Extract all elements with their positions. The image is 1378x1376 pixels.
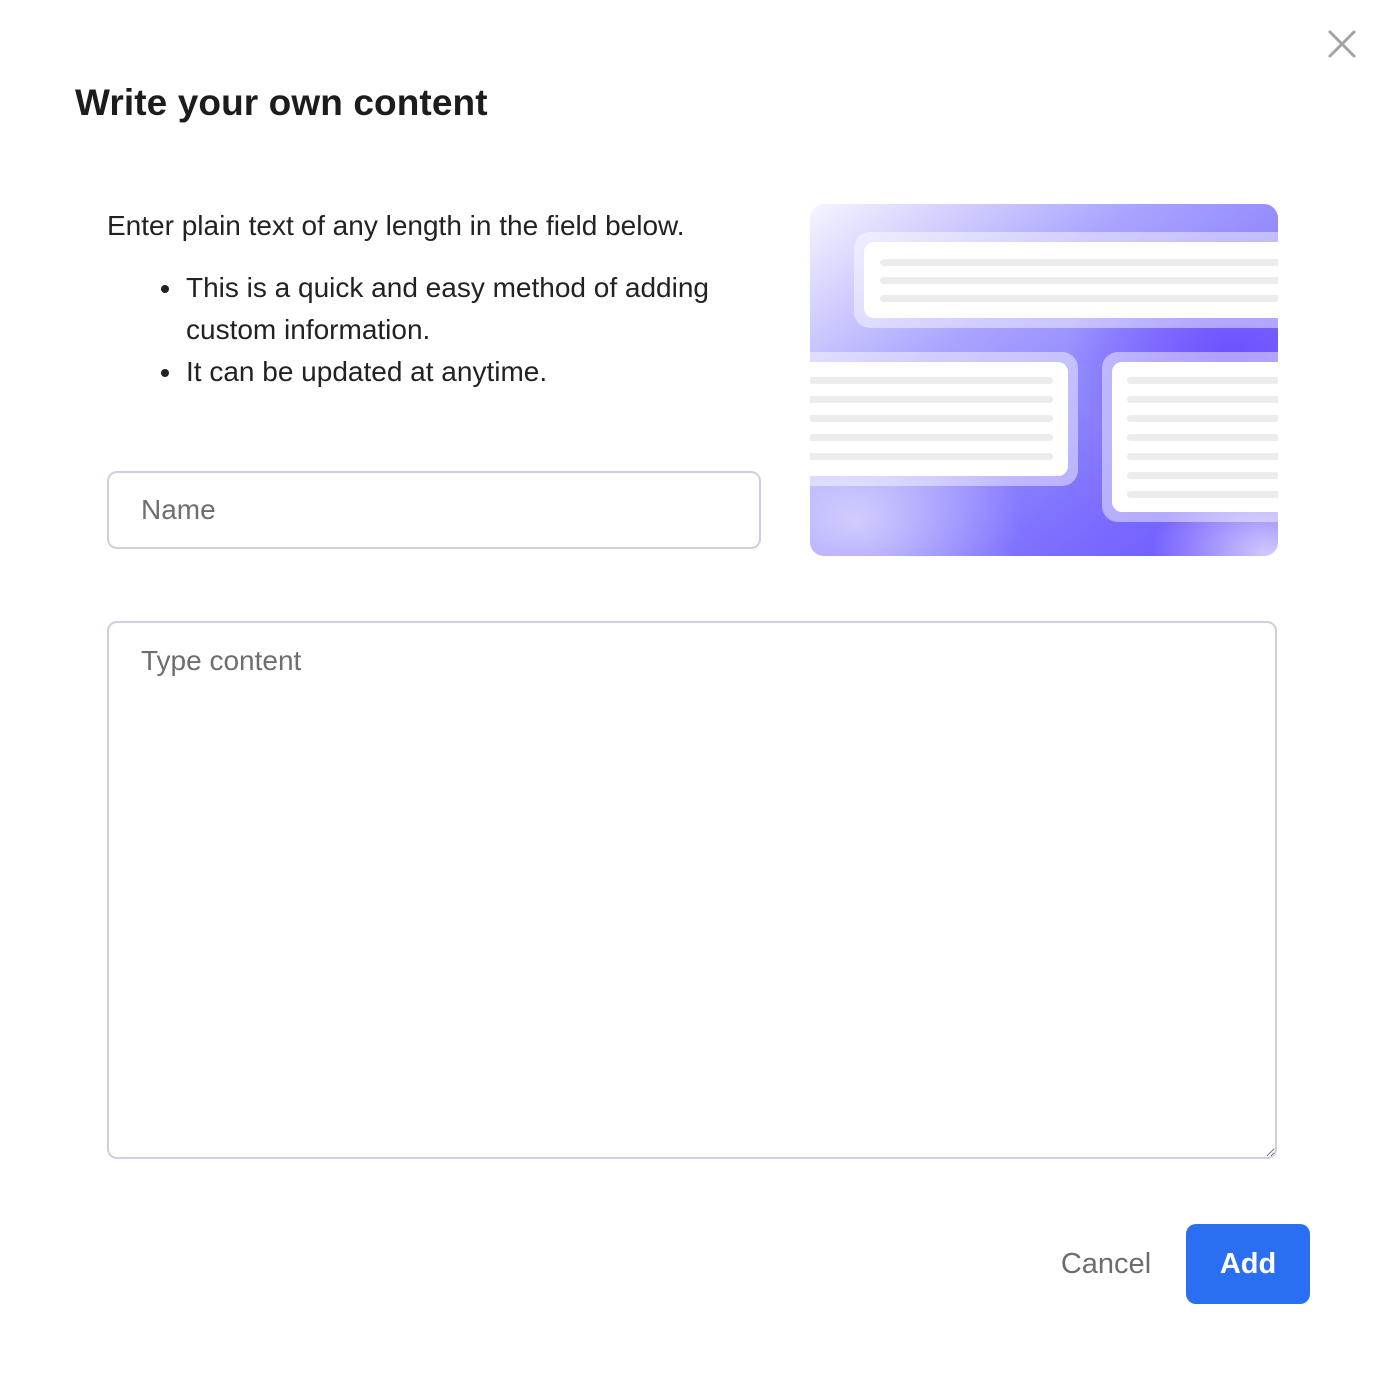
dialog-title: Write your own content — [75, 82, 488, 123]
content-cards-illustration — [810, 204, 1278, 556]
intro-bullet-list: This is a quick and easy method of addin… — [107, 267, 787, 393]
close-button[interactable] — [1322, 24, 1362, 64]
intro-lead: Enter plain text of any length in the fi… — [107, 210, 685, 241]
write-content-dialog: Write your own content Enter plain text … — [0, 0, 1378, 1376]
intro-text: Enter plain text of any length in the fi… — [107, 205, 787, 393]
illustration-graphic — [810, 204, 1278, 556]
content-textarea[interactable] — [107, 621, 1277, 1159]
intro-bullet: This is a quick and easy method of addin… — [161, 267, 787, 351]
name-input[interactable] — [107, 471, 761, 549]
add-button[interactable]: Add — [1186, 1224, 1310, 1304]
close-icon — [1328, 30, 1356, 58]
cancel-button[interactable]: Cancel — [1044, 1226, 1168, 1302]
intro-bullet: It can be updated at anytime. — [161, 351, 787, 393]
